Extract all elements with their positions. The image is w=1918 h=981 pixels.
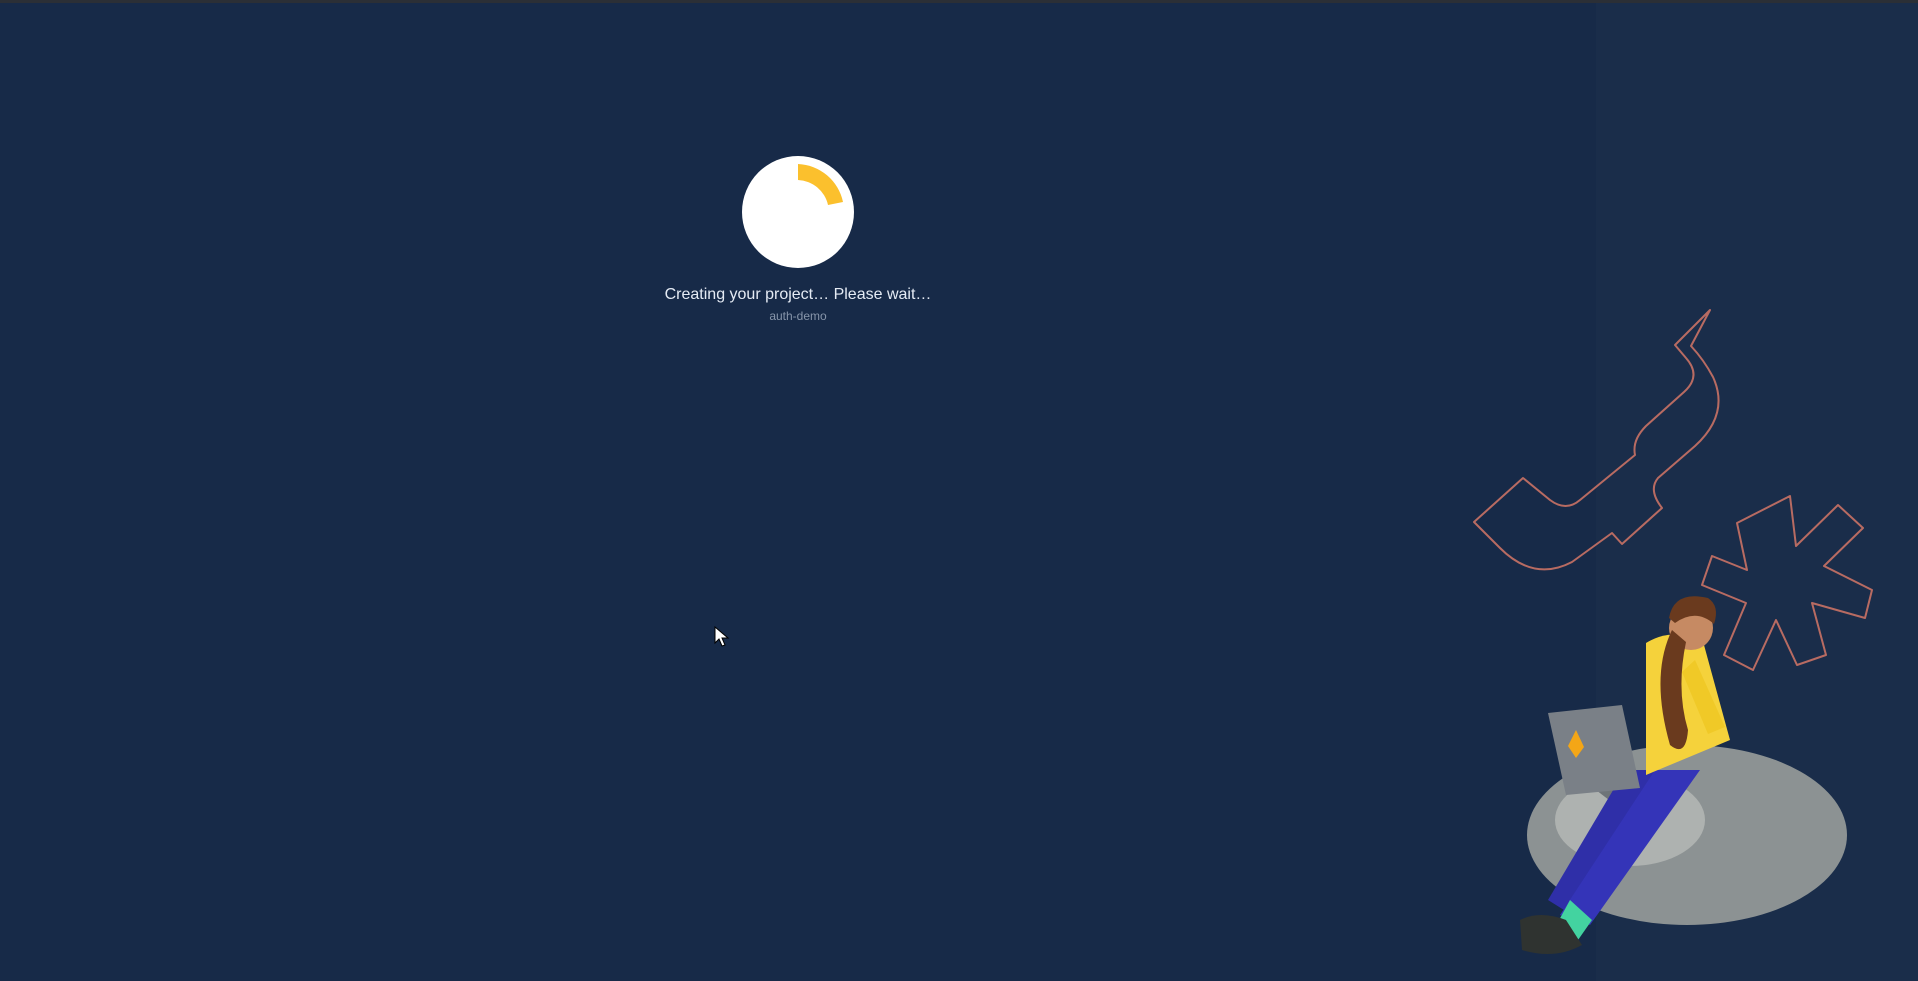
loading-status: Creating your project… Please wait… auth… [560, 150, 1036, 330]
mouse-pointer-icon [714, 626, 730, 647]
status-message: Creating your project… Please wait… [664, 286, 932, 303]
person-with-laptop-illustration [1473, 309, 1873, 954]
project-id: auth-demo [769, 309, 827, 323]
loading-spinner-icon [742, 156, 854, 268]
create-project-loading-page: Creating your project… Please wait… auth… [0, 0, 1918, 981]
